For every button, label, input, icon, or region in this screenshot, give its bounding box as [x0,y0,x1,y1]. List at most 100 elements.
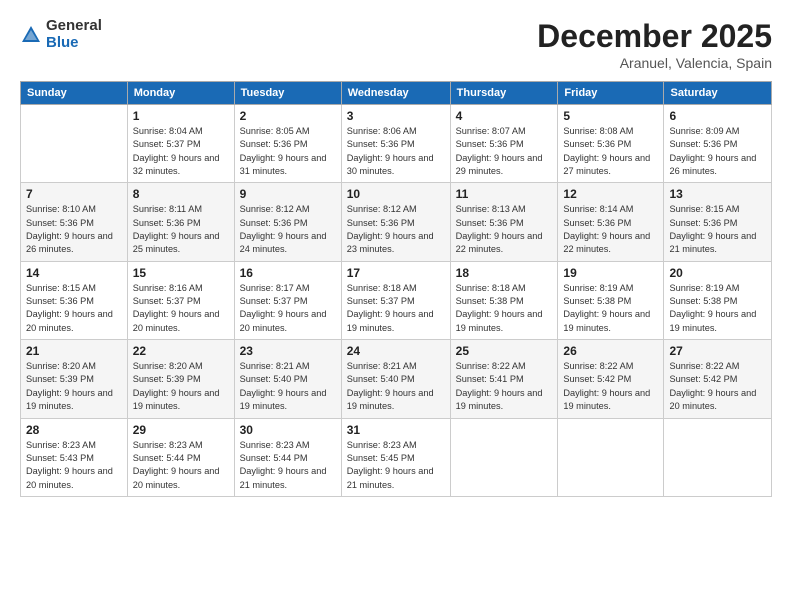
day-number: 19 [563,266,658,280]
day-number: 2 [240,109,336,123]
calendar-cell: 27 Sunrise: 8:22 AMSunset: 5:42 PMDayligh… [664,340,772,418]
day-detail: Sunrise: 8:04 AMSunset: 5:37 PMDaylight:… [133,125,229,178]
calendar-cell: 5 Sunrise: 8:08 AMSunset: 5:36 PMDaylight… [558,105,664,183]
day-number: 18 [456,266,553,280]
calendar-cell: 29 Sunrise: 8:23 AMSunset: 5:44 PMDayligh… [127,418,234,496]
calendar-cell: 14 Sunrise: 8:15 AMSunset: 5:36 PMDayligh… [21,261,128,339]
day-detail: Sunrise: 8:23 AMSunset: 5:43 PMDaylight:… [26,439,122,492]
day-number: 13 [669,187,766,201]
day-number: 25 [456,344,553,358]
day-detail: Sunrise: 8:18 AMSunset: 5:38 PMDaylight:… [456,282,553,335]
day-detail: Sunrise: 8:14 AMSunset: 5:36 PMDaylight:… [563,203,658,256]
calendar-cell [21,105,128,183]
day-number: 29 [133,423,229,437]
day-detail: Sunrise: 8:23 AMSunset: 5:45 PMDaylight:… [347,439,445,492]
logo-icon [20,24,42,46]
logo-text: General Blue [46,18,102,51]
day-number: 21 [26,344,122,358]
calendar-cell: 2 Sunrise: 8:05 AMSunset: 5:36 PMDaylight… [234,105,341,183]
day-number: 31 [347,423,445,437]
calendar-week-row: 21 Sunrise: 8:20 AMSunset: 5:39 PMDayligh… [21,340,772,418]
logo-blue: Blue [46,35,102,52]
day-detail: Sunrise: 8:21 AMSunset: 5:40 PMDaylight:… [240,360,336,413]
column-header-saturday: Saturday [664,82,772,105]
day-detail: Sunrise: 8:23 AMSunset: 5:44 PMDaylight:… [133,439,229,492]
day-number: 22 [133,344,229,358]
calendar-cell: 26 Sunrise: 8:22 AMSunset: 5:42 PMDayligh… [558,340,664,418]
calendar-cell: 15 Sunrise: 8:16 AMSunset: 5:37 PMDayligh… [127,261,234,339]
calendar-table: SundayMondayTuesdayWednesdayThursdayFrid… [20,81,772,497]
calendar-cell: 16 Sunrise: 8:17 AMSunset: 5:37 PMDayligh… [234,261,341,339]
month-title: December 2025 [537,18,772,55]
calendar-cell: 18 Sunrise: 8:18 AMSunset: 5:38 PMDayligh… [450,261,558,339]
calendar-cell: 11 Sunrise: 8:13 AMSunset: 5:36 PMDayligh… [450,183,558,261]
title-block: December 2025 Aranuel, Valencia, Spain [537,18,772,71]
calendar-cell: 23 Sunrise: 8:21 AMSunset: 5:40 PMDayligh… [234,340,341,418]
day-detail: Sunrise: 8:10 AMSunset: 5:36 PMDaylight:… [26,203,122,256]
day-detail: Sunrise: 8:22 AMSunset: 5:42 PMDaylight:… [563,360,658,413]
calendar-week-row: 28 Sunrise: 8:23 AMSunset: 5:43 PMDayligh… [21,418,772,496]
day-detail: Sunrise: 8:09 AMSunset: 5:36 PMDaylight:… [669,125,766,178]
calendar-week-row: 7 Sunrise: 8:10 AMSunset: 5:36 PMDaylight… [21,183,772,261]
day-number: 27 [669,344,766,358]
day-number: 3 [347,109,445,123]
day-detail: Sunrise: 8:22 AMSunset: 5:41 PMDaylight:… [456,360,553,413]
day-detail: Sunrise: 8:13 AMSunset: 5:36 PMDaylight:… [456,203,553,256]
day-detail: Sunrise: 8:08 AMSunset: 5:36 PMDaylight:… [563,125,658,178]
day-number: 24 [347,344,445,358]
day-number: 10 [347,187,445,201]
calendar-cell [450,418,558,496]
day-detail: Sunrise: 8:15 AMSunset: 5:36 PMDaylight:… [26,282,122,335]
day-number: 17 [347,266,445,280]
day-detail: Sunrise: 8:11 AMSunset: 5:36 PMDaylight:… [133,203,229,256]
day-detail: Sunrise: 8:12 AMSunset: 5:36 PMDaylight:… [240,203,336,256]
day-detail: Sunrise: 8:18 AMSunset: 5:37 PMDaylight:… [347,282,445,335]
calendar-header-row: SundayMondayTuesdayWednesdayThursdayFrid… [21,82,772,105]
day-number: 6 [669,109,766,123]
day-number: 23 [240,344,336,358]
day-number: 16 [240,266,336,280]
day-number: 28 [26,423,122,437]
day-number: 1 [133,109,229,123]
day-number: 14 [26,266,122,280]
day-number: 15 [133,266,229,280]
calendar-cell: 7 Sunrise: 8:10 AMSunset: 5:36 PMDaylight… [21,183,128,261]
day-detail: Sunrise: 8:20 AMSunset: 5:39 PMDaylight:… [133,360,229,413]
day-number: 26 [563,344,658,358]
calendar-cell: 6 Sunrise: 8:09 AMSunset: 5:36 PMDaylight… [664,105,772,183]
day-number: 4 [456,109,553,123]
day-detail: Sunrise: 8:06 AMSunset: 5:36 PMDaylight:… [347,125,445,178]
header: General Blue December 2025 Aranuel, Vale… [20,18,772,71]
calendar-cell: 21Sunrise: 8:20 AMSunset: 5:39 PMDayligh… [21,340,128,418]
calendar-cell: 24Sunrise: 8:21 AMSunset: 5:40 PMDayligh… [341,340,450,418]
logo: General Blue [20,18,102,51]
day-number: 30 [240,423,336,437]
day-number: 12 [563,187,658,201]
day-detail: Sunrise: 8:22 AMSunset: 5:42 PMDaylight:… [669,360,766,413]
logo-general: General [46,18,102,35]
day-number: 11 [456,187,553,201]
calendar-cell: 25 Sunrise: 8:22 AMSunset: 5:41 PMDayligh… [450,340,558,418]
day-detail: Sunrise: 8:23 AMSunset: 5:44 PMDaylight:… [240,439,336,492]
day-number: 20 [669,266,766,280]
day-detail: Sunrise: 8:16 AMSunset: 5:37 PMDaylight:… [133,282,229,335]
calendar-cell: 8Sunrise: 8:11 AMSunset: 5:36 PMDaylight… [127,183,234,261]
calendar-cell: 3 Sunrise: 8:06 AMSunset: 5:36 PMDaylight… [341,105,450,183]
day-number: 9 [240,187,336,201]
page: General Blue December 2025 Aranuel, Vale… [0,0,792,612]
calendar-cell [558,418,664,496]
day-detail: Sunrise: 8:19 AMSunset: 5:38 PMDaylight:… [669,282,766,335]
day-detail: Sunrise: 8:05 AMSunset: 5:36 PMDaylight:… [240,125,336,178]
calendar-cell: 31 Sunrise: 8:23 AMSunset: 5:45 PMDayligh… [341,418,450,496]
calendar-cell: 22 Sunrise: 8:20 AMSunset: 5:39 PMDayligh… [127,340,234,418]
calendar-cell: 19Sunrise: 8:19 AMSunset: 5:38 PMDayligh… [558,261,664,339]
day-number: 5 [563,109,658,123]
day-detail: Sunrise: 8:12 AMSunset: 5:36 PMDaylight:… [347,203,445,256]
calendar-week-row: 1 Sunrise: 8:04 AMSunset: 5:37 PMDaylight… [21,105,772,183]
day-number: 7 [26,187,122,201]
column-header-wednesday: Wednesday [341,82,450,105]
calendar-cell: 13Sunrise: 8:15 AMSunset: 5:36 PMDayligh… [664,183,772,261]
day-detail: Sunrise: 8:07 AMSunset: 5:36 PMDaylight:… [456,125,553,178]
day-detail: Sunrise: 8:17 AMSunset: 5:37 PMDaylight:… [240,282,336,335]
calendar-cell: 30 Sunrise: 8:23 AMSunset: 5:44 PMDayligh… [234,418,341,496]
